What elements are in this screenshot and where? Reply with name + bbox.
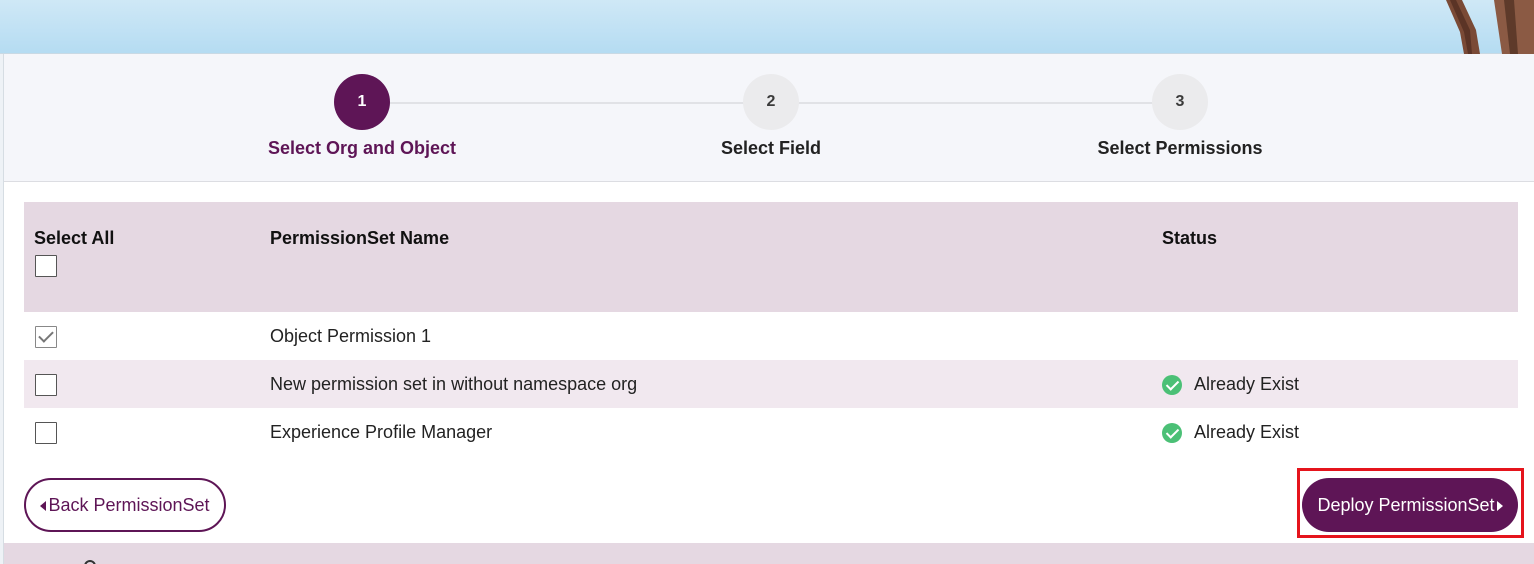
table-header: Select All PermissionSet Name Status xyxy=(24,202,1518,312)
row-checkbox[interactable] xyxy=(35,374,57,396)
table-row: Object Permission 1 xyxy=(24,312,1518,360)
deploy-button-label: Deploy PermissionSet xyxy=(1317,494,1495,515)
header-permissionset-name: PermissionSet Name xyxy=(270,228,450,248)
step-connector xyxy=(389,102,744,104)
permissionset-name: New permission set in without namespace … xyxy=(270,374,638,394)
step-2-circle[interactable]: 2 xyxy=(743,74,799,130)
table-row: Experience Profile Manager Already Exist xyxy=(24,408,1518,456)
deploy-permissionset-button[interactable]: Deploy PermissionSet xyxy=(1302,478,1518,532)
header-select-all: Select All xyxy=(34,228,115,248)
permissionset-table: Select All PermissionSet Name Status Obj… xyxy=(24,202,1518,456)
back-permissionset-button[interactable]: Back PermissionSet xyxy=(24,478,226,532)
select-all-checkbox[interactable] xyxy=(35,255,57,277)
wizard-stepper: 1 2 3 Select Org and Object Select Field… xyxy=(4,54,1534,182)
step-connector xyxy=(798,102,1153,104)
caret-right-icon xyxy=(1496,501,1503,511)
status-text: Already Exist xyxy=(1194,422,1300,442)
caret-left-icon xyxy=(40,501,47,511)
header-status: Status xyxy=(1162,228,1218,248)
check-circle-icon xyxy=(1162,374,1182,395)
step-2-label: Select Field xyxy=(720,138,822,158)
back-button-label: Back PermissionSet xyxy=(48,494,210,515)
step-3-circle[interactable]: 3 xyxy=(1152,74,1208,130)
step-3-label: Select Permissions xyxy=(1097,138,1263,158)
sky-banner xyxy=(0,0,1534,54)
footer-band xyxy=(4,543,1534,564)
permissionset-name: Object Permission 1 xyxy=(270,326,432,346)
table-row: New permission set in without namespace … xyxy=(24,360,1518,408)
row-checkbox[interactable] xyxy=(35,326,57,348)
status-cell: Already Exist xyxy=(1162,422,1299,443)
status-text: Already Exist xyxy=(1194,374,1300,394)
status-cell: Already Exist xyxy=(1162,374,1299,395)
step-1-label: Select Org and Object xyxy=(267,138,457,158)
row-checkbox[interactable] xyxy=(35,422,57,444)
step-1-circle[interactable]: 1 xyxy=(334,74,390,130)
check-circle-icon xyxy=(1162,422,1182,443)
tree-illustration xyxy=(1446,0,1534,54)
permissionset-name: Experience Profile Manager xyxy=(270,422,493,442)
